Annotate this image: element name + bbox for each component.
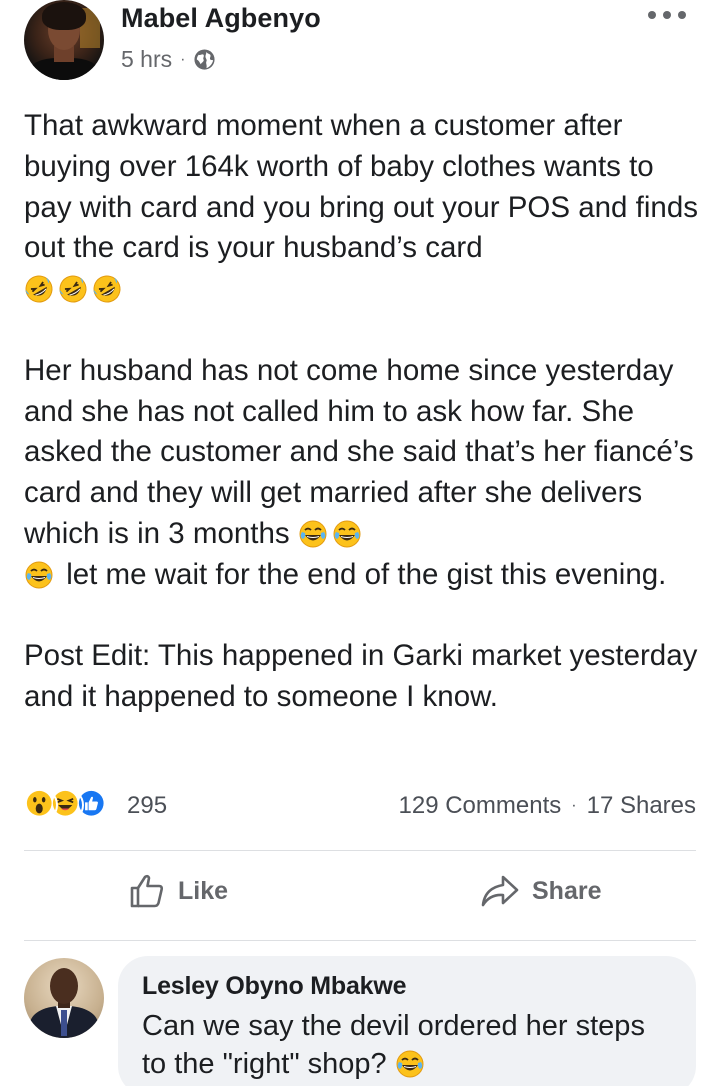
- divider-top: [24, 850, 696, 851]
- commenter-avatar[interactable]: [24, 958, 104, 1038]
- author-name[interactable]: Mabel Agbenyo: [121, 3, 321, 34]
- rolling-laughing-emoji-icon: [58, 274, 88, 304]
- like-button[interactable]: Like: [128, 872, 228, 910]
- tears-of-joy-emoji-icon: [24, 560, 54, 590]
- post-paragraph-1: That awkward moment when a customer afte…: [24, 106, 704, 310]
- share-label: Share: [532, 876, 602, 905]
- comment-text-body: Can we say the devil ordered her steps t…: [142, 1010, 645, 1080]
- divider-bottom: [24, 940, 696, 941]
- more-horizontal-icon[interactable]: [648, 8, 686, 22]
- share-button[interactable]: Share: [480, 872, 601, 910]
- commenter-name[interactable]: Lesley Obyno Mbakwe: [142, 972, 672, 1001]
- paragraph-1-text: That awkward moment when a customer afte…: [24, 109, 698, 265]
- rolling-laughing-emoji-icon: [92, 274, 122, 304]
- author-avatar[interactable]: [24, 0, 104, 80]
- rolling-laughing-emoji-icon: [24, 274, 54, 304]
- reactions-summary[interactable]: 295 129 Comments · 17 Shares: [24, 786, 696, 826]
- comment-item: Lesley Obyno Mbakwe Can we say the devil…: [24, 956, 704, 1086]
- meta-separator: ·: [180, 50, 186, 68]
- post-actions: Like Share: [24, 862, 696, 928]
- post-header: Mabel Agbenyo 5 hrs ·: [0, 0, 720, 90]
- paragraph-2-text-b: let me wait for the end of the gist this…: [66, 557, 667, 591]
- stats-separator: ·: [571, 797, 577, 814]
- shares-count[interactable]: 17 Shares: [587, 792, 696, 820]
- wow-reaction-icon: [24, 788, 58, 822]
- thumbs-up-icon: [130, 874, 164, 908]
- share-arrow-icon: [481, 875, 519, 907]
- tears-of-joy-emoji-icon: [332, 519, 362, 549]
- tears-of-joy-emoji-icon: [298, 519, 328, 549]
- comments-count[interactable]: 129 Comments: [399, 792, 562, 820]
- like-label: Like: [178, 876, 229, 905]
- reaction-icons[interactable]: [24, 788, 110, 822]
- tears-of-joy-emoji-icon: [395, 1049, 425, 1079]
- globe-icon: [193, 48, 216, 71]
- post-meta: 5 hrs ·: [121, 46, 216, 73]
- comment-bubble: Lesley Obyno Mbakwe Can we say the devil…: [118, 956, 696, 1086]
- post-paragraph-2: Her husband has not come home since yest…: [24, 351, 704, 596]
- reaction-count[interactable]: 295: [127, 792, 167, 820]
- post-time[interactable]: 5 hrs: [121, 46, 172, 73]
- comments-shares: 129 Comments · 17 Shares: [399, 792, 696, 820]
- post-body: That awkward moment when a customer afte…: [24, 106, 704, 718]
- post-paragraph-3: Post Edit: This happened in Garki market…: [24, 639, 698, 714]
- comment-text: Can we say the devil ordered her steps t…: [142, 1007, 672, 1083]
